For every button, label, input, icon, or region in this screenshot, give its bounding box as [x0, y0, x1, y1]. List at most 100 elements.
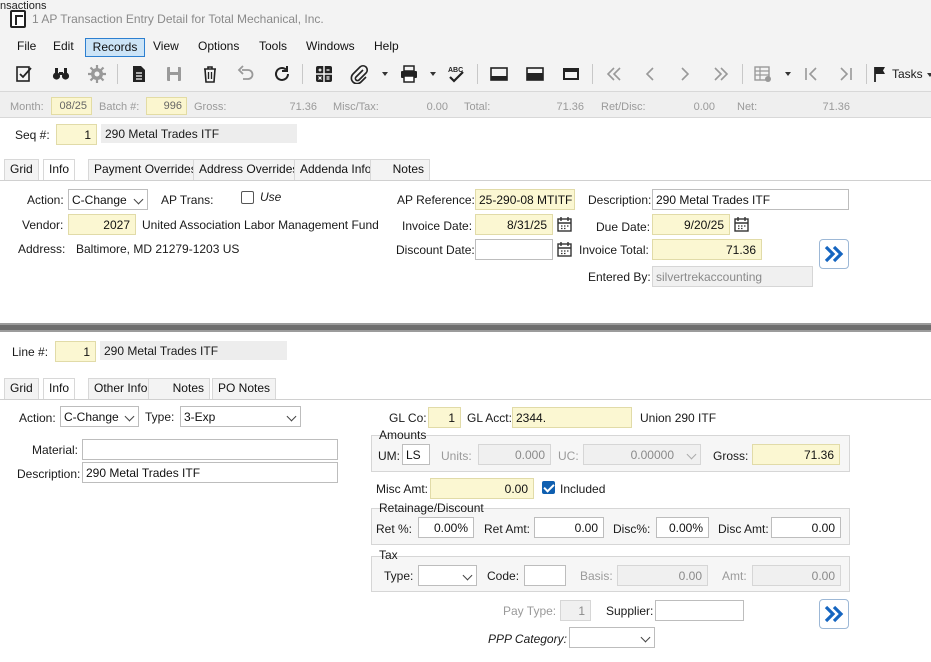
- tab-other-info[interactable]: Other Info: [88, 378, 154, 399]
- spellcheck-icon[interactable]: ABC: [444, 63, 468, 85]
- invoice-date-input[interactable]: 8/31/25: [475, 214, 553, 235]
- vendor-input[interactable]: 2027: [68, 214, 136, 235]
- invoice-total-input[interactable]: 71.36: [652, 239, 762, 260]
- menu-tools[interactable]: Tools: [255, 38, 291, 57]
- menu-bar: File Edit Records View Options Tools Win…: [0, 38, 931, 58]
- first-record-icon[interactable]: [602, 63, 626, 85]
- gl-acct-input[interactable]: 2344.: [512, 407, 632, 428]
- gear-icon[interactable]: [85, 63, 109, 85]
- total-label: Total:: [464, 101, 491, 113]
- menu-windows[interactable]: Windows: [302, 38, 359, 57]
- refresh-icon[interactable]: [270, 63, 294, 85]
- tab-notes[interactable]: Notes: [370, 159, 430, 180]
- material-input[interactable]: [82, 439, 338, 460]
- disc-amt-input[interactable]: 0.00: [771, 517, 841, 538]
- invoice-total-label: Invoice Total:: [579, 243, 649, 257]
- calendar-icon[interactable]: [556, 241, 573, 258]
- line-description: 290 Metal Trades ITF: [100, 341, 287, 360]
- action-select[interactable]: C-Change: [68, 189, 148, 210]
- menu-records[interactable]: Records: [85, 38, 145, 57]
- layout-top-icon[interactable]: [559, 63, 583, 85]
- line-action-label: Action:: [19, 411, 56, 425]
- tab-info[interactable]: Info: [43, 378, 76, 400]
- calendar-icon[interactable]: [556, 216, 573, 233]
- due-date-input[interactable]: 9/20/25: [652, 214, 730, 235]
- material-label: Material:: [32, 443, 79, 457]
- ap-reference-input[interactable]: 25-290-08 MTITF: [475, 189, 575, 210]
- undo-icon[interactable]: [234, 63, 258, 85]
- entered-by-label: Entered By:: [588, 270, 651, 284]
- chevron-down-icon: [124, 411, 135, 422]
- description-input[interactable]: 290 Metal Trades ITF: [652, 189, 849, 210]
- tax-type-select[interactable]: [418, 565, 477, 586]
- tab-notes[interactable]: Notes: [148, 378, 210, 399]
- last-page-icon[interactable]: [834, 63, 858, 85]
- menu-help[interactable]: Help: [370, 38, 403, 57]
- flag-icon[interactable]: [870, 63, 890, 85]
- tab-grid[interactable]: Grid: [4, 159, 39, 180]
- tab-grid[interactable]: Grid: [4, 378, 39, 399]
- last-record-icon[interactable]: [709, 63, 733, 85]
- line-gross-input[interactable]: 71.36: [752, 444, 840, 465]
- menu-options[interactable]: Options: [194, 38, 243, 57]
- ppp-category-select[interactable]: [569, 627, 655, 648]
- tab-info[interactable]: Info: [43, 159, 76, 181]
- document-icon[interactable]: [127, 63, 151, 85]
- line-input[interactable]: 1: [55, 341, 96, 362]
- edit-record-icon[interactable]: [12, 63, 36, 85]
- misc-amt-input[interactable]: 0.00: [430, 478, 534, 499]
- app-icon: [10, 10, 26, 28]
- first-page-icon[interactable]: [799, 63, 823, 85]
- binoculars-icon[interactable]: [49, 63, 73, 85]
- calendar-icon[interactable]: [733, 216, 750, 233]
- tax-type-label: Type:: [384, 569, 414, 583]
- next-section-button[interactable]: [819, 239, 849, 269]
- line-description-label: Description:: [17, 467, 81, 481]
- disc-pct-input[interactable]: 0.00%: [656, 517, 709, 538]
- line-type-select[interactable]: 3-Exp: [180, 406, 301, 427]
- month-value: 08/25: [51, 97, 92, 115]
- save-icon[interactable]: [162, 63, 186, 85]
- tab-payment-overrides[interactable]: Payment Overrides: [88, 159, 203, 180]
- seq-input[interactable]: 1: [56, 124, 97, 145]
- month-label: Month:: [10, 101, 44, 113]
- menu-view[interactable]: View: [149, 38, 183, 57]
- print-icon[interactable]: [397, 63, 421, 85]
- attachment-icon[interactable]: [347, 63, 371, 85]
- grid-settings-icon[interactable]: [751, 63, 775, 85]
- ret-pct-input[interactable]: 0.00%: [418, 517, 474, 538]
- batch-label: Batch #:: [99, 101, 140, 113]
- included-checkbox[interactable]: [542, 481, 555, 494]
- next-record-icon[interactable]: [673, 63, 697, 85]
- tab-addenda-info[interactable]: Addenda Info: [294, 159, 378, 180]
- menu-file[interactable]: File: [13, 38, 40, 57]
- um-input[interactable]: LS: [402, 444, 430, 465]
- discount-date-input[interactable]: [475, 239, 553, 260]
- calculator-icon[interactable]: [312, 63, 336, 85]
- layout-split-icon[interactable]: [523, 63, 547, 85]
- tab-address-overrides[interactable]: Address Overrides: [193, 159, 305, 180]
- vendor-name: United Association Labor Management Fund: [142, 218, 379, 232]
- line-next-section-button[interactable]: [819, 599, 849, 629]
- invoice-date-label: Invoice Date:: [402, 219, 473, 233]
- delete-icon[interactable]: [198, 63, 222, 85]
- supplier-input[interactable]: [655, 600, 744, 621]
- seq-description: 290 Metal Trades ITF: [101, 124, 297, 143]
- line-description-input[interactable]: 290 Metal Trades ITF: [82, 462, 338, 483]
- tab-po-notes[interactable]: PO Notes: [212, 378, 277, 399]
- gl-co-input[interactable]: 1: [428, 407, 461, 428]
- menu-edit[interactable]: Edit: [49, 38, 78, 57]
- ap-trans-use-checkbox[interactable]: [241, 191, 254, 204]
- chevron-down-icon: [133, 194, 144, 205]
- tasks-menu[interactable]: Tasks: [892, 67, 923, 81]
- previous-record-icon[interactable]: [638, 63, 662, 85]
- total-value: 71.36: [556, 101, 584, 113]
- tax-code-input[interactable]: [524, 565, 566, 586]
- uc-input: 0.00000: [583, 444, 701, 465]
- layout-bottom-icon[interactable]: [487, 63, 511, 85]
- ret-amt-input[interactable]: 0.00: [534, 517, 604, 538]
- line-action-select[interactable]: C-Change: [60, 406, 139, 427]
- misc-tax-value: 0.00: [426, 101, 448, 113]
- ap-trans-label: AP Trans:: [161, 193, 214, 207]
- pane-splitter[interactable]: [0, 323, 931, 332]
